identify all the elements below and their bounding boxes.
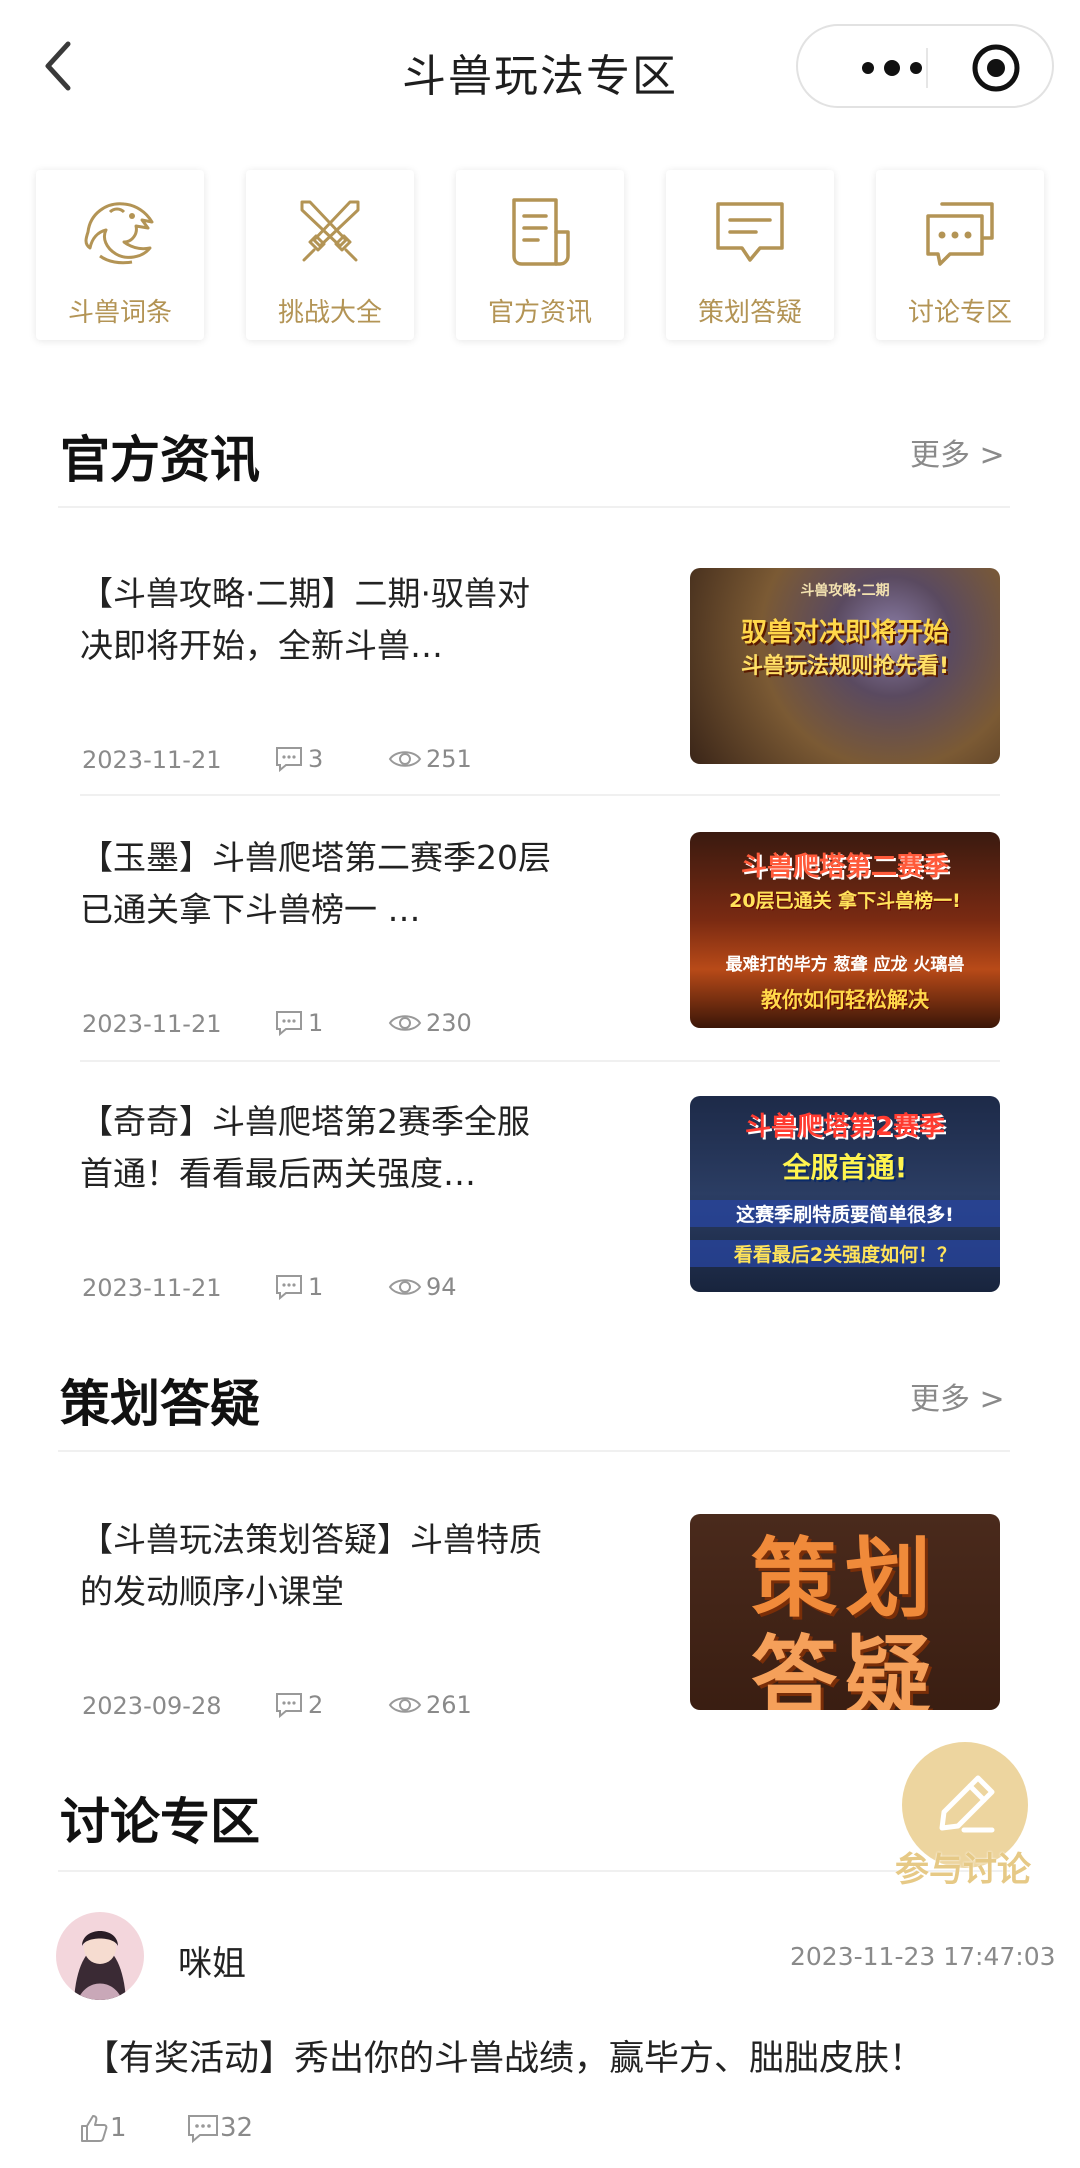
view-count: 251 bbox=[388, 744, 472, 773]
post-author[interactable]: 咪姐 bbox=[178, 1936, 246, 1985]
quick-entry-bar: 斗兽词条 挑战大全 官方资讯 策划答疑 讨论专区 bbox=[0, 170, 1080, 342]
eye-icon bbox=[388, 1697, 422, 1713]
navigation-bar: 斗兽玩法专区 bbox=[0, 0, 1080, 130]
article-meta: 2023-11-21 1 94 bbox=[80, 1272, 540, 1306]
section-divider bbox=[58, 1870, 1010, 1872]
entry-label: 斗兽词条 bbox=[67, 298, 172, 328]
document-icon bbox=[512, 198, 570, 266]
article-date: 2023-11-21 bbox=[82, 1010, 222, 1038]
close-miniprogram-icon[interactable] bbox=[970, 42, 1022, 94]
entry-discussion[interactable]: 讨论专区 bbox=[876, 170, 1044, 340]
entry-label: 挑战大全 bbox=[277, 298, 382, 328]
article-title: 【斗兽玩法策划答疑】斗兽特质的发动顺序小课堂 bbox=[80, 1520, 542, 1611]
entry-label: 官方资讯 bbox=[487, 298, 592, 328]
article-date: 2023-09-28 bbox=[82, 1692, 222, 1720]
entry-challenges[interactable]: 挑战大全 bbox=[246, 170, 414, 340]
news-section-title: 官方资讯 bbox=[60, 431, 260, 489]
post-text[interactable]: 【有奖活动】秀出你的斗兽战绩，赢毕方、朏朏皮肤！ bbox=[84, 2030, 924, 2081]
view-count: 261 bbox=[388, 1690, 472, 1719]
article-date: 2023-11-21 bbox=[82, 746, 222, 774]
fab-label: 参与讨论 bbox=[895, 1850, 1031, 1890]
qa-more-link[interactable]: 更多 > bbox=[910, 1374, 1005, 1418]
entry-planner-qa[interactable]: 策划答疑 bbox=[666, 170, 834, 340]
view-count: 94 bbox=[388, 1272, 457, 1301]
comment-count: 1 bbox=[274, 1272, 323, 1301]
more-options-icon[interactable] bbox=[858, 54, 926, 82]
article-thumbnail: 斗兽爬塔第2赛季 全服首通! 这赛季刷特质要简单很多! 看看最后2关强度如何！？ bbox=[690, 1096, 1000, 1292]
article-title: 【斗兽攻略·二期】二期·驭兽对决即将开始，全新斗兽… bbox=[80, 574, 530, 665]
comment-icon bbox=[276, 1011, 302, 1037]
section-divider bbox=[58, 506, 1010, 508]
news-more-link[interactable]: 更多 > bbox=[910, 430, 1005, 474]
article-meta: 2023-11-21 3 251 bbox=[80, 744, 540, 778]
article-meta: 2023-11-21 1 230 bbox=[80, 1008, 540, 1042]
article-thumbnail: 斗兽攻略·二期 驭兽对决即将开始 斗兽玩法规则抢先看! bbox=[690, 568, 1000, 764]
dragon-icon bbox=[84, 202, 154, 265]
comment-icon bbox=[276, 1693, 302, 1719]
news-article-3[interactable]: 【奇奇】斗兽爬塔第2赛季全服首通！看看最后两关强度… 2023-11-21 1 … bbox=[80, 1096, 1000, 1306]
comment-icon bbox=[276, 1275, 302, 1301]
crossed-swords-icon bbox=[300, 200, 360, 262]
pencil-icon bbox=[939, 1775, 995, 1833]
eye-icon bbox=[388, 1015, 422, 1031]
like-button[interactable]: 1 bbox=[78, 2112, 127, 2144]
article-title: 【玉墨】斗兽爬塔第二赛季20层已通关拿下斗兽榜一 … bbox=[80, 838, 551, 929]
section-divider bbox=[58, 1450, 1010, 1452]
avatar[interactable] bbox=[56, 1912, 144, 2000]
article-title: 【奇奇】斗兽爬塔第2赛季全服首通！看看最后两关强度… bbox=[80, 1102, 530, 1193]
user-avatar-icon bbox=[56, 1912, 144, 2000]
miniprogram-capsule bbox=[796, 24, 1054, 108]
comment-count: 2 bbox=[274, 1690, 323, 1719]
post-time: 2023-11-23 17:47:03 bbox=[790, 1942, 1056, 1971]
view-count: 230 bbox=[388, 1008, 472, 1037]
comment-icon bbox=[276, 747, 302, 773]
qa-article-1[interactable]: 【斗兽玩法策划答疑】斗兽特质的发动顺序小课堂 2023-09-28 2 261 … bbox=[80, 1514, 1000, 1724]
article-divider bbox=[80, 794, 1000, 796]
capsule-divider bbox=[926, 48, 928, 88]
post-stats: 1 32 bbox=[78, 2112, 478, 2152]
news-article-2[interactable]: 【玉墨】斗兽爬塔第二赛季20层已通关拿下斗兽榜一 … 2023-11-21 1 … bbox=[80, 832, 1000, 1042]
article-divider bbox=[80, 1060, 1000, 1062]
chat-bubble-icon bbox=[716, 202, 784, 262]
article-meta: 2023-09-28 2 261 bbox=[80, 1690, 540, 1724]
discussion-section-title: 讨论专区 bbox=[60, 1793, 260, 1851]
entry-official-news[interactable]: 官方资讯 bbox=[456, 170, 624, 340]
article-thumbnail: 策划 答疑 bbox=[690, 1514, 1000, 1710]
eye-icon bbox=[388, 751, 422, 767]
join-discussion-button[interactable]: 参与讨论 bbox=[888, 1742, 1038, 1892]
entry-beast-entries[interactable]: 斗兽词条 bbox=[36, 170, 204, 340]
news-article-1[interactable]: 【斗兽攻略·二期】二期·驭兽对决即将开始，全新斗兽… 2023-11-21 3 … bbox=[80, 568, 1000, 778]
comment-count: 3 bbox=[274, 744, 323, 773]
entry-label: 讨论专区 bbox=[907, 298, 1012, 328]
qa-section-title: 策划答疑 bbox=[60, 1375, 260, 1433]
comment-icon bbox=[188, 2115, 218, 2144]
eye-icon bbox=[388, 1279, 422, 1295]
article-thumbnail: 斗兽爬塔第二赛季 20层已通关 拿下斗兽榜一! 最难打的毕方 葱聋 应龙 火璃兽… bbox=[690, 832, 1000, 1028]
entry-label: 策划答疑 bbox=[697, 298, 802, 328]
discussion-icon bbox=[926, 202, 994, 266]
article-date: 2023-11-21 bbox=[82, 1274, 222, 1302]
comment-count: 1 bbox=[274, 1008, 323, 1037]
comment-button[interactable]: 32 bbox=[186, 2112, 253, 2144]
thumbs-up-icon bbox=[81, 2115, 108, 2142]
